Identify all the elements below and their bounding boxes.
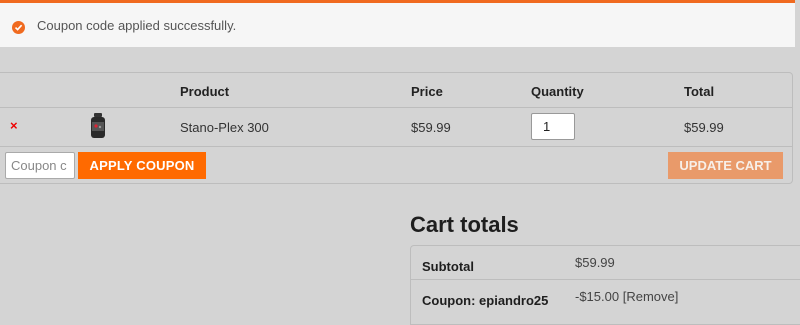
notice-message: Coupon code applied successfully. [37, 18, 237, 33]
product-total: $59.99 [684, 120, 724, 135]
update-cart-button[interactable]: UPDATE CART [668, 152, 783, 179]
subtotal-value: $59.99 [575, 255, 615, 270]
remove-item-icon[interactable]: × [10, 119, 18, 132]
product-thumbnail[interactable] [88, 113, 108, 139]
header-quantity: Quantity [531, 84, 584, 99]
header-divider [0, 107, 792, 108]
coupon-success-notice: Coupon code applied successfully. [0, 0, 795, 47]
cart-totals-table: Subtotal $59.99 Coupon: epiandro25 -$15.… [410, 245, 800, 325]
subtotal-row: Subtotal $59.99 [411, 246, 800, 280]
product-name-link[interactable]: Stano-Plex 300 [180, 120, 269, 135]
apply-coupon-button[interactable]: APPLY COUPON [78, 152, 206, 179]
row-divider [0, 146, 792, 147]
coupon-row: Coupon: epiandro25 -$15.00 [Remove] [411, 280, 800, 314]
cart-table: Product Price Quantity Total × Stano-Ple… [0, 72, 793, 184]
quantity-input[interactable] [531, 113, 575, 140]
header-price: Price [411, 84, 443, 99]
header-product: Product [180, 84, 230, 99]
header-total: Total [684, 84, 715, 99]
subtotal-label: Subtotal [422, 259, 474, 274]
remove-coupon-link[interactable]: [Remove] [623, 289, 679, 304]
coupon-code-input[interactable] [5, 152, 75, 179]
cart-totals-title: Cart totals [410, 212, 519, 237]
coupon-discount: -$15.00 [575, 289, 620, 304]
check-circle-icon [12, 21, 25, 34]
coupon-label: Coupon: epiandro25 [422, 293, 549, 308]
product-price: $59.99 [411, 120, 451, 135]
coupon-value-wrap: -$15.00 [Remove] [575, 289, 678, 304]
